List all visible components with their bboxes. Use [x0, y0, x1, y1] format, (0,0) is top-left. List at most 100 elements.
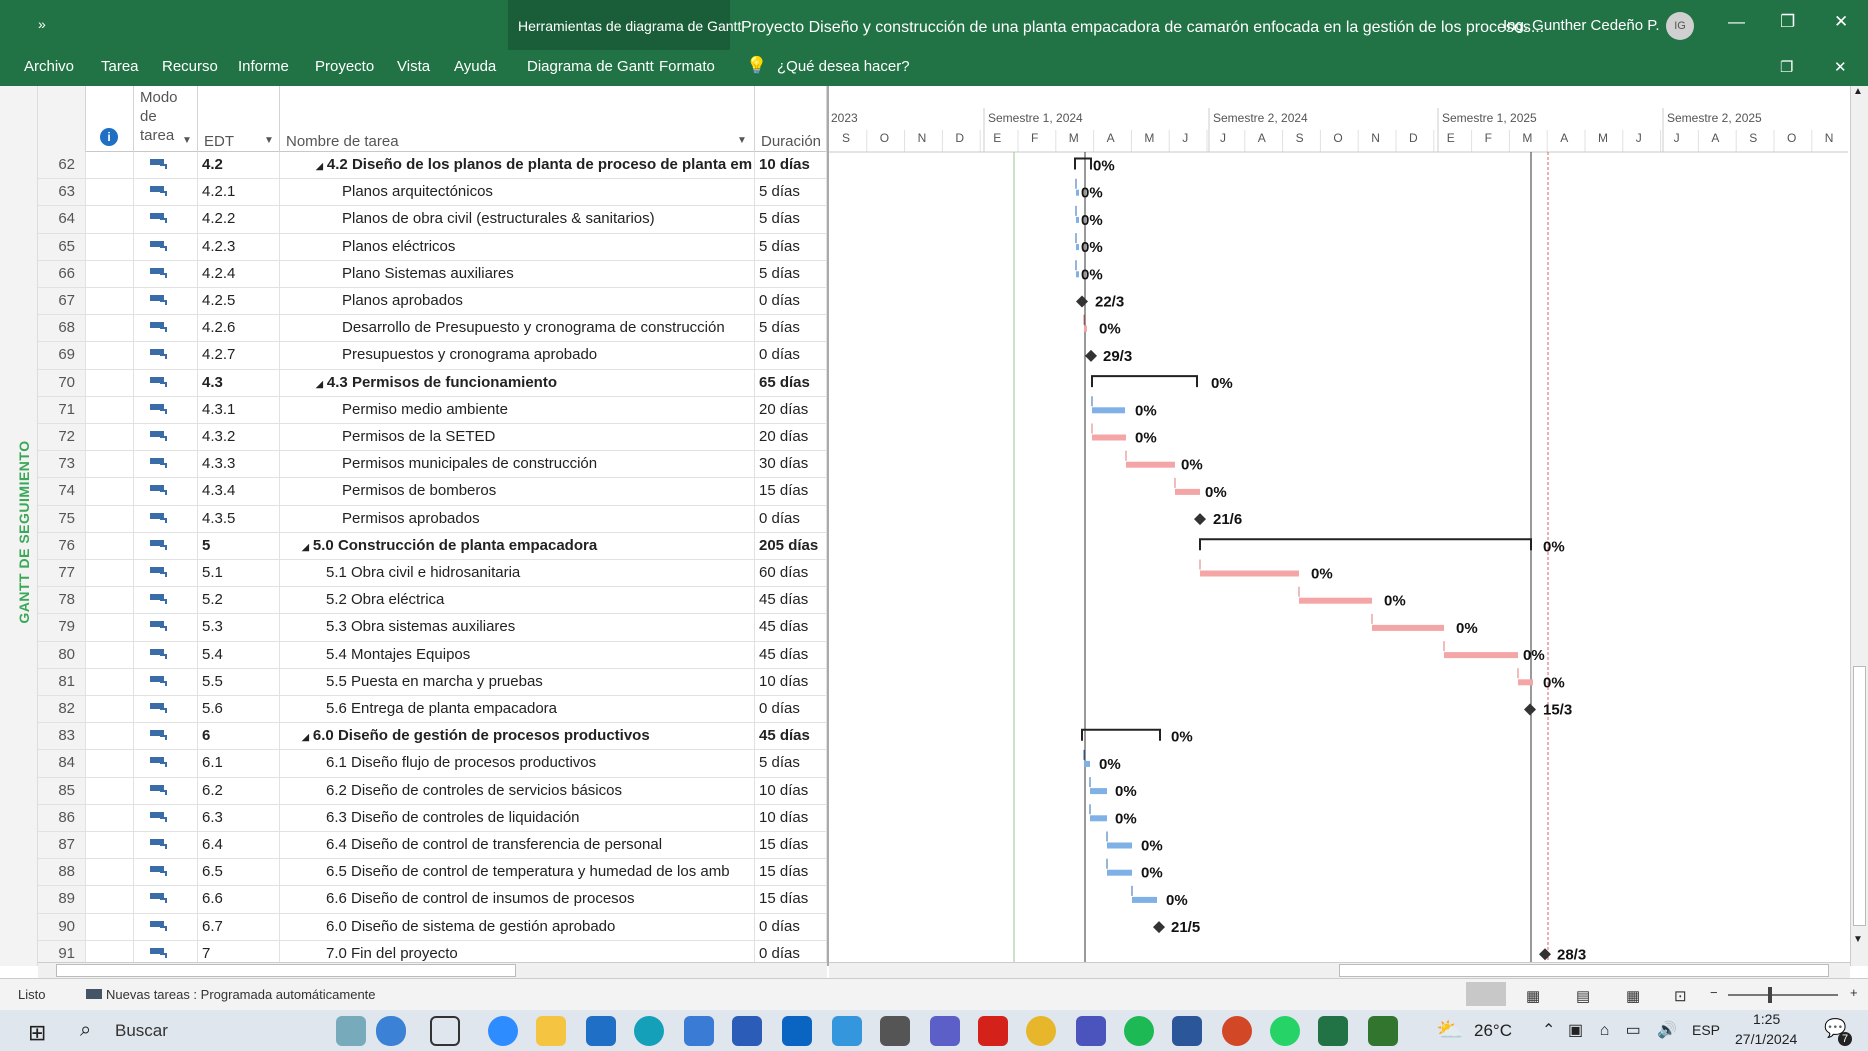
- task-mode-cell[interactable]: [134, 152, 198, 179]
- status-new-tasks[interactable]: Nuevas tareas : Programada automáticamen…: [106, 987, 376, 1002]
- collapse-icon[interactable]: ◢: [316, 161, 323, 171]
- edt-cell[interactable]: 6.4: [198, 832, 280, 859]
- duration-cell[interactable]: 0 días: [755, 696, 827, 723]
- duration-cell[interactable]: 10 días: [755, 804, 827, 831]
- zoom-icon[interactable]: [488, 1016, 518, 1046]
- zoom-out-icon[interactable]: −: [1710, 985, 1718, 1000]
- tab-vista[interactable]: Vista: [397, 58, 430, 75]
- project-icon[interactable]: [1368, 1016, 1398, 1046]
- duration-cell[interactable]: 20 días: [755, 396, 827, 423]
- task-name-cell[interactable]: Permisos de la SETED: [280, 424, 755, 451]
- task-name-cell[interactable]: 5.1 Obra civil e hidrosanitaria: [280, 560, 755, 587]
- duration-cell[interactable]: 30 días: [755, 451, 827, 478]
- tab-informe[interactable]: Informe: [238, 58, 289, 75]
- zoom-in-icon[interactable]: +: [1850, 985, 1858, 1000]
- edt-cell[interactable]: 6.2: [198, 777, 280, 804]
- row-id[interactable]: 70: [38, 369, 86, 396]
- table-row[interactable]: 71 4.3.1 Permiso medio ambiente 20 días: [38, 396, 827, 424]
- outlook-icon[interactable]: [782, 1016, 812, 1046]
- header-edt[interactable]: EDT ▼: [198, 86, 280, 152]
- task-name-cell[interactable]: 5.6 Entrega de planta empacadora: [280, 696, 755, 723]
- table-row[interactable]: 79 5.3 5.3 Obra sistemas auxiliares 45 días: [38, 614, 827, 642]
- row-id[interactable]: 90: [38, 913, 86, 940]
- task-name-cell[interactable]: Planos arquitectónicos: [280, 179, 755, 206]
- avatar[interactable]: IG: [1666, 12, 1694, 40]
- duration-cell[interactable]: 15 días: [755, 886, 827, 913]
- duration-cell[interactable]: 45 días: [755, 723, 827, 750]
- task-mode-cell[interactable]: [134, 560, 198, 587]
- task-mode-cell[interactable]: [134, 288, 198, 315]
- task-name-cell[interactable]: 6.3 Diseño de controles de liquidación: [280, 804, 755, 831]
- edt-cell[interactable]: 4.2.7: [198, 342, 280, 369]
- duration-cell[interactable]: 5 días: [755, 179, 827, 206]
- collapse-icon[interactable]: ◢: [302, 732, 309, 742]
- zoom-thumb[interactable]: [1768, 987, 1772, 1003]
- notes-app-icon[interactable]: [336, 1016, 366, 1046]
- table-row[interactable]: 67 4.2.5 Planos aprobados 0 días: [38, 288, 827, 316]
- duration-cell[interactable]: 45 días: [755, 587, 827, 614]
- task-mode-cell[interactable]: [134, 396, 198, 423]
- task-name-cell[interactable]: Plano Sistemas auxiliares: [280, 260, 755, 287]
- task-mode-cell[interactable]: [134, 668, 198, 695]
- task-name-cell[interactable]: Permisos de bomberos: [280, 478, 755, 505]
- chrome-icon[interactable]: [1026, 1016, 1056, 1046]
- row-id[interactable]: 86: [38, 804, 86, 831]
- task-mode-cell[interactable]: [134, 777, 198, 804]
- row-id[interactable]: 78: [38, 587, 86, 614]
- tab-diagrama-gantt[interactable]: Diagrama de Gantt: [527, 58, 654, 75]
- task-mode-cell[interactable]: [134, 532, 198, 559]
- user-name[interactable]: Ing. Gunther Cedeño P.: [1503, 17, 1660, 34]
- task-name-cell[interactable]: Planos de obra civil (estructurales & sa…: [280, 206, 755, 233]
- search-icon[interactable]: ⌕: [80, 1019, 91, 1042]
- tab-tarea[interactable]: Tarea: [101, 58, 139, 75]
- duration-cell[interactable]: 45 días: [755, 614, 827, 641]
- task-name-cell[interactable]: Desarrollo de Presupuesto y cronograma d…: [280, 315, 755, 342]
- edt-cell[interactable]: 6.5: [198, 859, 280, 886]
- task-name-cell[interactable]: 6.0 Diseño de sistema de gestión aprobad…: [280, 913, 755, 940]
- hscroll-thumb[interactable]: [56, 964, 516, 977]
- duration-cell[interactable]: 0 días: [755, 342, 827, 369]
- table-row[interactable]: 74 4.3.4 Permisos de bomberos 15 días: [38, 478, 827, 506]
- task-name-cell[interactable]: ◢ 6.0 Diseño de gestión de procesos produ…: [280, 723, 755, 750]
- task-mode-cell[interactable]: [134, 886, 198, 913]
- table-row[interactable]: 65 4.2.3 Planos eléctricos 5 días: [38, 233, 827, 261]
- duration-cell[interactable]: 65 días: [755, 369, 827, 396]
- table-row[interactable]: 82 5.6 5.6 Entrega de planta empacadora 0 d…: [38, 696, 827, 724]
- row-id[interactable]: 64: [38, 206, 86, 233]
- scroll-down-icon[interactable]: ▼: [1853, 934, 1863, 945]
- restore-icon[interactable]: ❐: [1780, 12, 1795, 32]
- task-mode-cell[interactable]: [134, 804, 198, 831]
- table-row[interactable]: 77 5.1 5.1 Obra civil e hidrosanitaria 60 d…: [38, 560, 827, 588]
- close-icon[interactable]: ✕: [1834, 12, 1848, 32]
- table-row[interactable]: 68 4.2.6 Desarrollo de Presupuesto y crono…: [38, 315, 827, 343]
- row-id[interactable]: 65: [38, 233, 86, 260]
- edge-icon[interactable]: [634, 1016, 664, 1046]
- edt-cell[interactable]: 6: [198, 723, 280, 750]
- edt-cell[interactable]: 5.5: [198, 668, 280, 695]
- whatsapp-icon[interactable]: [1270, 1016, 1300, 1046]
- task-mode-cell[interactable]: [134, 723, 198, 750]
- report-icon[interactable]: ⊡: [1674, 987, 1687, 1005]
- row-id[interactable]: 62: [38, 152, 86, 179]
- edt-cell[interactable]: 5.6: [198, 696, 280, 723]
- task-mode-cell[interactable]: [134, 179, 198, 206]
- task-name-cell[interactable]: 6.1 Diseño flujo de procesos productivos: [280, 750, 755, 777]
- task-name-cell[interactable]: Planos aprobados: [280, 288, 755, 315]
- task-name-cell[interactable]: 6.5 Diseño de control de temperatura y h…: [280, 859, 755, 886]
- team-planner-icon[interactable]: ▤: [1576, 987, 1590, 1005]
- duration-cell[interactable]: 0 días: [755, 505, 827, 532]
- weather-icon[interactable]: ⛅: [1436, 1017, 1463, 1043]
- word-icon[interactable]: [1172, 1016, 1202, 1046]
- task-mode-cell[interactable]: [134, 260, 198, 287]
- table-row[interactable]: 80 5.4 5.4 Montajes Equipos 45 días: [38, 641, 827, 669]
- table-row[interactable]: 72 4.3.2 Permisos de la SETED 20 días: [38, 424, 827, 452]
- scroll-up-icon[interactable]: ▲: [1853, 86, 1863, 97]
- duration-cell[interactable]: 0 días: [755, 288, 827, 315]
- table-row[interactable]: 69 4.2.7 Presupuestos y cronograma aprobad…: [38, 342, 827, 370]
- duration-cell[interactable]: 5 días: [755, 260, 827, 287]
- excel-icon[interactable]: [1318, 1016, 1348, 1046]
- todo-icon[interactable]: [684, 1016, 714, 1046]
- row-id[interactable]: 71: [38, 396, 86, 423]
- table-row[interactable]: 62 4.2 ◢ 4.2 Diseño de los planos de planta…: [38, 152, 827, 180]
- task-mode-cell[interactable]: [134, 832, 198, 859]
